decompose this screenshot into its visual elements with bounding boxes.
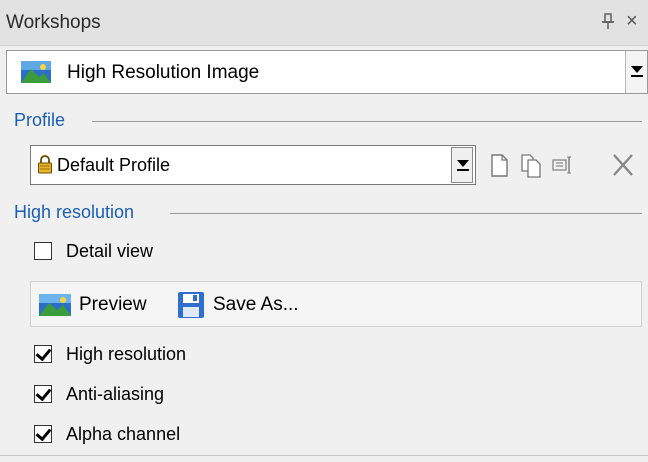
anti-aliasing-label: Anti-aliasing — [66, 383, 165, 404]
preview-label: Preview — [79, 294, 147, 315]
new-profile-icon[interactable] — [486, 147, 512, 183]
anti-aliasing-checkbox-row[interactable]: Anti-aliasing — [34, 381, 164, 407]
save-as-button[interactable]: Save As... — [177, 290, 299, 320]
high-resolution-label: High resolution — [66, 343, 187, 364]
delete-profile-icon[interactable] — [610, 147, 636, 183]
panel-bottom-edge — [0, 455, 648, 456]
panel-title: Workshops — [6, 12, 101, 33]
profile-group-label: Profile — [14, 110, 66, 130]
preview-image-icon — [39, 294, 71, 316]
panel-titlebar: Workshops × — [0, 0, 648, 46]
detail-view-label: Detail view — [66, 240, 154, 261]
profile-dropdown[interactable]: Default Profile — [30, 145, 476, 185]
detail-view-checkbox-row[interactable]: Detail view — [34, 238, 153, 264]
landscape-image-icon — [21, 61, 51, 83]
anti-aliasing-checkbox[interactable] — [34, 385, 52, 403]
profile-dropdown-button[interactable] — [451, 147, 473, 183]
duplicate-profile-icon[interactable] — [518, 147, 544, 183]
workshop-selected-label: High Resolution Image — [67, 62, 260, 83]
high-resolution-group-label: High resolution — [14, 202, 135, 222]
detail-view-checkbox[interactable] — [34, 242, 52, 260]
alpha-channel-checkbox-row[interactable]: Alpha channel — [34, 421, 180, 447]
high-resolution-checkbox[interactable] — [34, 345, 52, 363]
high-resolution-group-divider — [170, 213, 642, 214]
rename-profile-icon[interactable] — [550, 147, 576, 183]
profile-group-divider — [92, 121, 642, 122]
profile-selected-label: Default Profile — [57, 155, 171, 175]
save-as-label: Save As... — [213, 294, 299, 315]
lock-icon — [38, 155, 52, 174]
pin-icon[interactable] — [600, 12, 616, 32]
alpha-channel-checkbox[interactable] — [34, 425, 52, 443]
alpha-channel-label: Alpha channel — [66, 423, 181, 444]
high-resolution-checkbox-row[interactable]: High resolution — [34, 341, 186, 367]
preview-toolbar: Preview Save As... — [30, 281, 642, 327]
preview-button[interactable]: Preview — [39, 290, 147, 320]
workshop-dropdown[interactable]: High Resolution Image — [6, 50, 648, 94]
workshop-dropdown-button[interactable] — [625, 51, 647, 93]
save-floppy-icon — [178, 292, 204, 318]
close-icon[interactable]: × — [626, 10, 638, 32]
